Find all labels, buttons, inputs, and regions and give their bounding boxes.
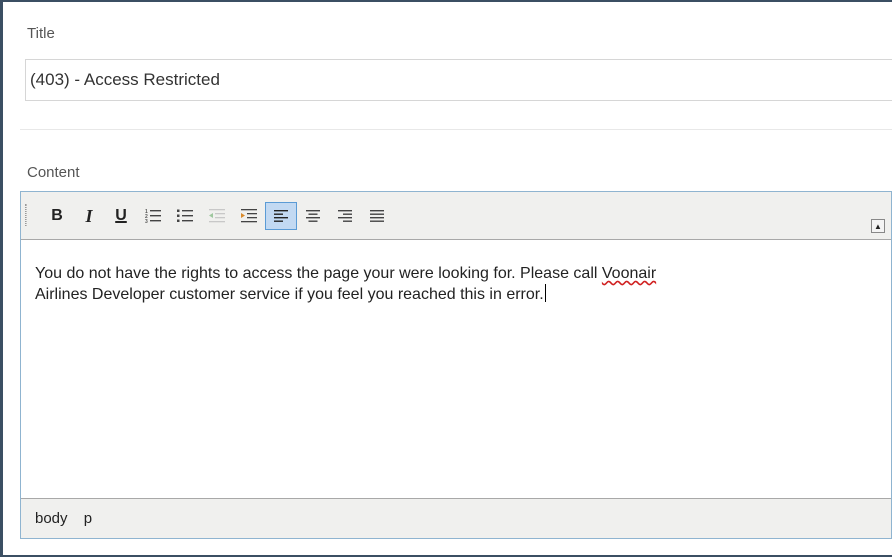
bulleted-list-button[interactable]: [169, 202, 201, 230]
bulleted-list-icon: [177, 209, 193, 222]
align-justify-button[interactable]: [361, 202, 393, 230]
title-input[interactable]: (403) - Access Restricted: [25, 59, 892, 101]
rich-text-editor: B I U 1 2 3 ▲ You do not have the rights…: [20, 191, 892, 539]
text-caret: [544, 284, 546, 302]
misspelled-word[interactable]: Voonair: [602, 265, 656, 282]
outdent-icon: [209, 209, 225, 223]
align-right-icon: [338, 210, 352, 222]
underline-icon: U: [115, 207, 127, 224]
editor-path-bar: body p: [21, 498, 891, 538]
svg-text:3: 3: [145, 219, 148, 225]
bold-button[interactable]: B: [41, 202, 73, 230]
indent-button[interactable]: [233, 202, 265, 230]
path-item-body[interactable]: body: [35, 510, 68, 527]
scroll-up-icon: ▲: [874, 221, 882, 231]
title-section: Title (403) - Access Restricted: [20, 2, 892, 127]
editor-toolbar: B I U 1 2 3 ▲: [21, 192, 891, 240]
bold-icon: B: [51, 207, 63, 224]
align-justify-icon: [370, 210, 384, 222]
title-label: Title: [27, 25, 55, 42]
toolbar-scroll-button[interactable]: ▲: [871, 219, 885, 233]
align-left-button[interactable]: [265, 202, 297, 230]
content-label: Content: [27, 164, 80, 181]
section-divider: [20, 129, 892, 130]
body-text-start: You do not have the rights to access the…: [35, 265, 602, 282]
italic-button[interactable]: I: [73, 202, 105, 230]
align-left-icon: [274, 210, 288, 222]
editor-body-text: You do not have the rights to access the…: [35, 264, 877, 305]
numbered-list-button[interactable]: 1 2 3: [137, 202, 169, 230]
align-center-icon: [306, 210, 320, 222]
outdent-button[interactable]: [201, 202, 233, 230]
toolbar-grip: [25, 204, 27, 226]
underline-button[interactable]: U: [105, 202, 137, 230]
numbered-list-icon: 1 2 3: [145, 209, 161, 225]
italic-icon: I: [85, 205, 93, 226]
editor-content-area[interactable]: You do not have the rights to access the…: [21, 240, 891, 498]
align-right-button[interactable]: [329, 202, 361, 230]
body-text-end: Airlines Developer customer service if y…: [35, 286, 544, 303]
page-frame: Title (403) - Access Restricted Content …: [0, 0, 892, 557]
indent-icon: [241, 209, 257, 223]
path-item-p[interactable]: p: [84, 510, 92, 527]
align-center-button[interactable]: [297, 202, 329, 230]
